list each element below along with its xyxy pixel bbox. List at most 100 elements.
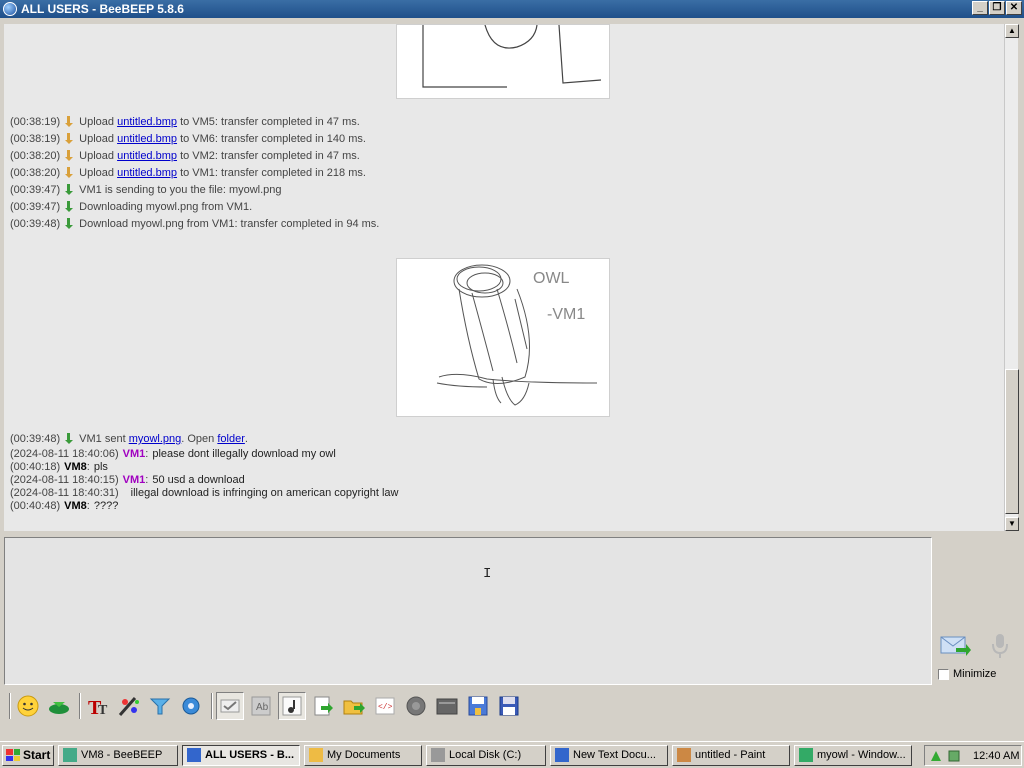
save-icon [468, 696, 488, 716]
scroll-up-arrow[interactable]: ▲ [1005, 24, 1019, 38]
file-link[interactable]: myowl.png [129, 433, 182, 445]
clock: 12:40 AM [973, 749, 1020, 762]
message-colon: : [145, 448, 149, 460]
message-colon: : [86, 500, 90, 512]
message-time: (00:39:47) [10, 201, 61, 213]
file-link[interactable]: untitled.bmp [117, 150, 177, 162]
send-folder-icon [343, 700, 365, 715]
network-icon[interactable] [929, 749, 943, 763]
message-time: (00:40:48) [10, 500, 61, 512]
file-link[interactable]: untitled.bmp [117, 116, 177, 128]
message-text: please dont illegally download my owl [152, 448, 336, 460]
message-colon: : [145, 474, 149, 486]
close-window-button[interactable]: ✕ [1006, 1, 1022, 15]
message-text: Upload [79, 167, 118, 179]
voice-message-button[interactable] [990, 632, 1010, 660]
minimize-checkbox-row[interactable]: Minimize [938, 668, 996, 680]
toolbar-separator [211, 693, 213, 719]
taskbar-task[interactable]: ALL USERS - B... [182, 744, 300, 766]
message-sender[interactable]: VM1 [123, 448, 146, 460]
untitled-image-preview[interactable] [396, 24, 610, 99]
chat-message: (00:40:18) VM8: pls [10, 461, 108, 473]
file-link[interactable]: untitled.bmp [117, 133, 177, 145]
beebeep-icon [3, 2, 17, 16]
owl-caption-line2: -VM1 [547, 306, 585, 323]
floppy-icon [499, 696, 519, 716]
font-button[interactable]: TT [84, 692, 112, 720]
chat-log[interactable]: (00:38:19) Upload untitled.bmp to VM5: tr… [4, 24, 1004, 531]
message-text: to VM2: transfer completed in 47 ms. [177, 150, 360, 162]
message-sender[interactable]: VM8 [64, 500, 87, 512]
system-message: (00:39:48) Download myowl.png from VM1: t… [10, 218, 379, 230]
scroll-thumb[interactable] [1005, 369, 1019, 514]
message-text: to VM5: transfer completed in 47 ms. [177, 116, 360, 128]
message-time: (00:39:48) [10, 433, 61, 445]
title-bar: ALL USERS - BeeBEEP 5.8.6 _ ❐ ✕ [0, 0, 1024, 18]
task-icon [799, 748, 813, 762]
task-icon [187, 748, 201, 762]
screenshot-button[interactable] [433, 692, 461, 720]
spell-check-button[interactable] [216, 692, 244, 720]
task-icon [63, 748, 77, 762]
task-label: untitled - Paint [695, 749, 766, 761]
window-title: ALL USERS - BeeBEEP 5.8.6 [21, 2, 184, 16]
message-text: VM1 sent [79, 433, 129, 445]
taskbar-task[interactable]: Local Disk (C:) [426, 744, 546, 766]
font-color-icon [118, 697, 139, 716]
spell-check-icon [220, 699, 240, 713]
chat-scrollbar[interactable]: ▲ ▼ [1004, 24, 1019, 531]
word-completion-button[interactable]: Ab [247, 692, 275, 720]
owl-caption-line1: OWL [533, 270, 570, 287]
save-button[interactable] [464, 692, 492, 720]
font-icon: TT [88, 697, 108, 718]
taskbar-task[interactable]: untitled - Paint [672, 744, 790, 766]
taskbar-task[interactable]: My Documents [304, 744, 422, 766]
beebeep-tray-icon[interactable] [947, 749, 961, 763]
sound-icon [282, 696, 302, 716]
system-message: (00:39:47) Downloading myowl.png from VM1… [10, 201, 252, 213]
record-button[interactable] [402, 692, 430, 720]
scroll-down-arrow[interactable]: ▼ [1005, 517, 1019, 531]
message-sender[interactable]: VM1 [123, 474, 146, 486]
restore-window-button[interactable]: ❐ [989, 1, 1005, 15]
message-text: Upload [79, 150, 118, 162]
toolbar-separator [9, 693, 11, 719]
upload-icon [64, 116, 76, 128]
taskbar-task[interactable]: New Text Docu... [550, 744, 668, 766]
message-input[interactable] [4, 537, 932, 685]
myowl-image-preview[interactable]: OWL -VM1 [396, 258, 610, 417]
filter-button[interactable] [146, 692, 174, 720]
send-folder-button[interactable] [340, 692, 368, 720]
save-chat-button[interactable] [45, 692, 73, 720]
record-icon [406, 696, 426, 716]
sound-button[interactable] [278, 692, 306, 720]
system-message: (00:38:20) Upload untitled.bmp to VM1: tr… [10, 167, 366, 179]
minimize-window-button[interactable]: _ [972, 1, 988, 15]
taskbar-task[interactable]: VM8 - BeeBEEP [58, 744, 178, 766]
emoticon-button[interactable] [14, 692, 42, 720]
send-icon [940, 636, 971, 656]
send-message-button[interactable] [940, 634, 972, 658]
folder-link[interactable]: folder [217, 433, 245, 445]
chat-message: (2024-08-11 18:40:15) VM1:50 usd a downlo… [10, 474, 245, 486]
emoticon-icon [17, 695, 39, 717]
font-color-button[interactable] [115, 692, 143, 720]
message-sender[interactable]: VM8 [64, 461, 87, 473]
message-text: . [244, 433, 248, 445]
chat-message: (2024-08-11 18:40:31) illegal download is… [10, 487, 398, 499]
floppy-button[interactable] [495, 692, 523, 720]
code-button[interactable]: </> [371, 692, 399, 720]
message-text: illegal download is infringing on americ… [130, 487, 399, 499]
task-icon [555, 748, 569, 762]
send-file-button[interactable] [309, 692, 337, 720]
send-file-icon [314, 696, 333, 716]
file-link[interactable]: untitled.bmp [117, 167, 177, 179]
save-chat-icon [49, 702, 69, 714]
taskbar-task[interactable]: myowl - Window... [794, 744, 912, 766]
task-label: Local Disk (C:) [449, 749, 522, 761]
system-message: (00:38:20) Upload untitled.bmp to VM2: tr… [10, 150, 360, 162]
settings-button[interactable] [177, 692, 205, 720]
minimize-checkbox[interactable] [938, 668, 949, 680]
start-button[interactable]: Start [2, 744, 54, 766]
system-message: (00:38:19) Upload untitled.bmp to VM5: tr… [10, 116, 360, 128]
